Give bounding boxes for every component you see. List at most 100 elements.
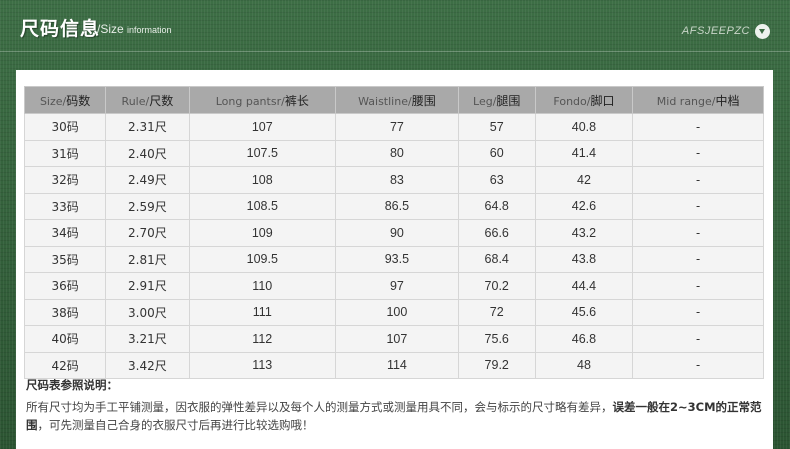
column-header-en: Size/ — [39, 94, 67, 108]
column-header: Size/码数 — [23, 86, 107, 114]
table-cell: - — [632, 272, 764, 300]
column-header-en: Leg/ — [473, 94, 497, 108]
table-row: 40码 3.21尺 112 107 75.6 46.8- — [23, 325, 764, 353]
table-cell: - — [632, 166, 764, 194]
table-cell: 2.91尺 — [105, 272, 190, 300]
column-header-cn: 裤长 — [284, 93, 309, 108]
table-cell: 44.4 — [534, 272, 634, 300]
table-cell: 38码 — [23, 298, 107, 326]
brand-text: AFSJEEPZC — [681, 25, 750, 37]
table-cell: 3.42尺 — [105, 351, 190, 379]
table-cell: 48 — [534, 351, 634, 379]
table-cell: 113 — [188, 351, 337, 379]
table-cell: 31码 — [23, 139, 107, 167]
table-cell: 114 — [335, 351, 459, 379]
table-cell: 36码 — [23, 272, 107, 300]
column-header-cn: 中档 — [715, 93, 740, 108]
section-title: 尺码信息 — [20, 18, 101, 40]
table-cell: 66.6 — [457, 219, 536, 247]
table-cell: - — [632, 245, 764, 273]
table-cell: 45.6 — [534, 298, 634, 326]
table-cell: 40.8 — [534, 113, 634, 141]
column-header: Fondo/脚口 — [534, 86, 634, 114]
table-cell: 77 — [335, 113, 459, 141]
table-cell: - — [632, 325, 764, 353]
table-cell: 64.8 — [457, 192, 536, 220]
table-cell: 34码 — [23, 219, 107, 247]
table-cell: 112 — [188, 325, 337, 353]
column-header: Waistline/腰围 — [335, 86, 459, 114]
column-header-cn: 腿围 — [496, 93, 521, 108]
table-cell: 108.5 — [188, 192, 337, 220]
table-cell: 93.5 — [335, 245, 459, 273]
size-notes: 尺码表参照说明： 所有尺寸均为手工平铺测量，因衣服的弹性差异以及每个人的测量方式… — [26, 376, 766, 434]
notes-body: 所有尺寸均为手工平铺测量，因衣服的弹性差异以及每个人的测量方式或测量用具不同，会… — [26, 398, 766, 434]
table-cell: 63 — [457, 166, 536, 194]
table-cell: 30码 — [23, 113, 107, 141]
table-cell: 75.6 — [457, 325, 536, 353]
column-header-cn: 尺数 — [149, 93, 174, 108]
table-row: 42码 3.42尺 113 114 79.2 48- — [23, 351, 764, 379]
table-cell: 83 — [335, 166, 459, 194]
table-cell: 97 — [335, 272, 459, 300]
table-cell: 100 — [335, 298, 459, 326]
table-body: 30码 2.31尺 107 77 57 40.8-31码 2.40尺 107.5 80 60 41.… — [23, 113, 764, 379]
table-cell: 43.8 — [534, 245, 634, 273]
table-row: 35码 2.81尺 109.5 93.5 68.4 43.8- — [23, 245, 764, 273]
column-header-en: Rule/ — [121, 94, 150, 108]
table-cell: - — [632, 298, 764, 326]
table-cell: 107 — [188, 113, 337, 141]
table-cell: 2.31尺 — [105, 113, 190, 141]
column-header-en: Mid range/ — [656, 94, 716, 108]
section-subtitle: /Size information — [97, 22, 172, 36]
table-cell: 42 — [534, 166, 634, 194]
table-cell: - — [632, 192, 764, 220]
header-divider — [0, 51, 790, 52]
table-cell: 41.4 — [534, 139, 634, 167]
table-row: 34码 2.70尺 109 90 66.6 43.2- — [23, 219, 764, 247]
table-cell: 2.70尺 — [105, 219, 190, 247]
table-cell: - — [632, 351, 764, 379]
size-table: Size/码数 Rule/尺数 Long pantsr/裤长 Waistline/腰围… — [23, 86, 764, 379]
table-row: 30码 2.31尺 107 77 57 40.8- — [23, 113, 764, 141]
column-header-cn: 脚口 — [590, 93, 615, 108]
table-cell: - — [632, 219, 764, 247]
table-cell: 35码 — [23, 245, 107, 273]
table-cell: 2.49尺 — [105, 166, 190, 194]
table-cell: - — [632, 139, 764, 167]
table-cell: 2.40尺 — [105, 139, 190, 167]
table-cell: - — [632, 113, 764, 141]
notes-body-text: 所有尺寸均为手工平铺测量，因衣服的弹性差异以及每个人的测量方式或测量用具不同，会… — [26, 400, 613, 414]
table-cell: 72 — [457, 298, 536, 326]
chevron-down-icon — [755, 24, 770, 39]
table-cell: 86.5 — [335, 192, 459, 220]
table-cell: 80 — [335, 139, 459, 167]
column-header-cn: 腰围 — [411, 93, 436, 108]
table-cell: 32码 — [23, 166, 107, 194]
column-header: Long pantsr/裤长 — [188, 86, 337, 114]
table-cell: 57 — [457, 113, 536, 141]
table-cell: 60 — [457, 139, 536, 167]
table-row: 38码 3.00尺 111 100 72 45.6- — [23, 298, 764, 326]
subtitle-small-text: information — [127, 25, 172, 35]
table-cell: 43.2 — [534, 219, 634, 247]
column-header-en: Long pantsr/ — [215, 94, 285, 108]
section-header: 尺码信息 /Size information AFSJEEPZC — [0, 0, 790, 52]
table-cell: 42码 — [23, 351, 107, 379]
table-cell: 2.59尺 — [105, 192, 190, 220]
table-cell: 40码 — [23, 325, 107, 353]
table-cell: 107 — [335, 325, 459, 353]
table-cell: 108 — [188, 166, 337, 194]
table-cell: 68.4 — [457, 245, 536, 273]
table-cell: 46.8 — [534, 325, 634, 353]
column-header: Mid range/中档 — [632, 86, 764, 114]
table-cell: 111 — [188, 298, 337, 326]
size-panel: Size/码数 Rule/尺数 Long pantsr/裤长 Waistline/腰围… — [16, 70, 773, 449]
table-cell: 107.5 — [188, 139, 337, 167]
column-header-cn: 码数 — [66, 93, 91, 108]
table-cell: 70.2 — [457, 272, 536, 300]
notes-heading: 尺码表参照说明： — [26, 378, 118, 392]
notes-tail: ，可先测量自己合身的衣服尺寸后再进行比较选购哦！ — [37, 418, 314, 432]
table-cell: 109 — [188, 219, 337, 247]
table-header-row: Size/码数 Rule/尺数 Long pantsr/裤长 Waistline/腰围… — [23, 86, 764, 114]
